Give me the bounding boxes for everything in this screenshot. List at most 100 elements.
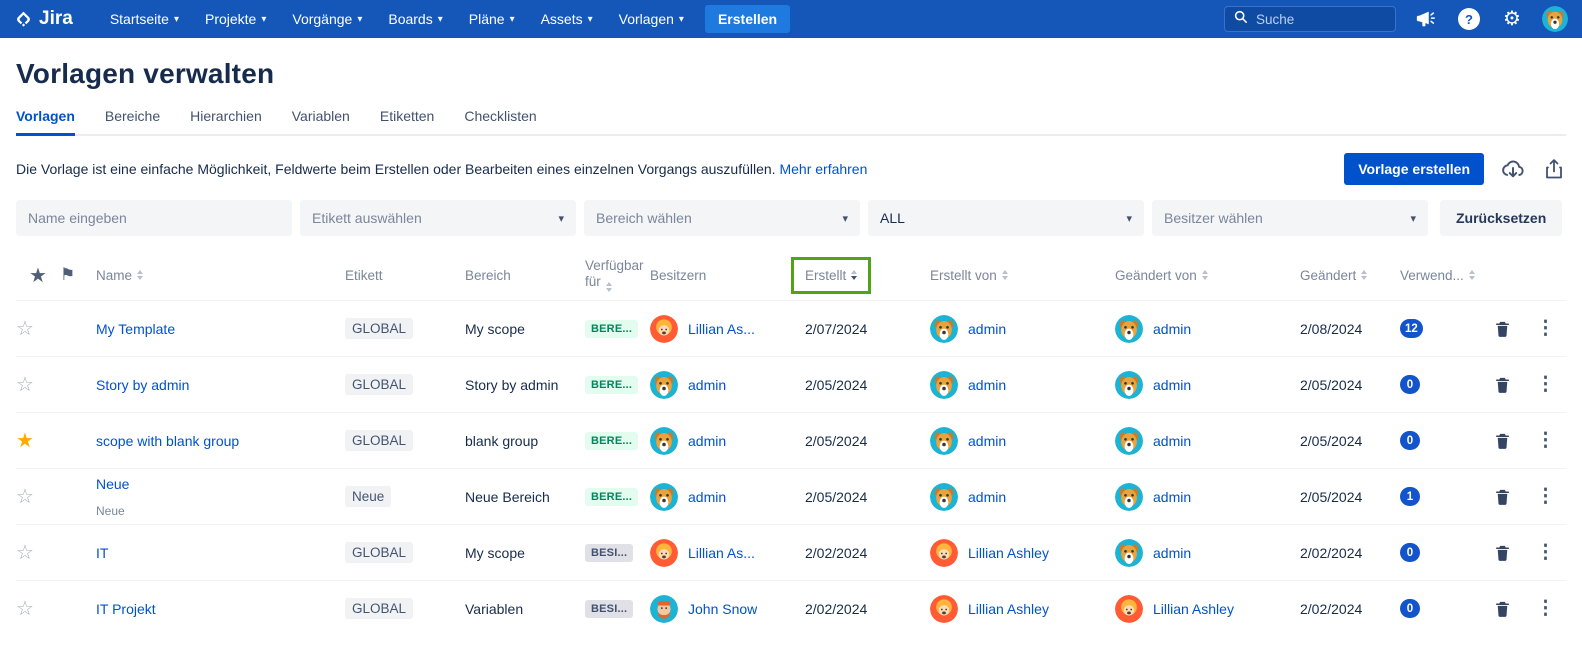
user-link[interactable]: Lillian Ashley <box>968 601 1049 617</box>
user-link[interactable]: admin <box>688 489 726 505</box>
etikett-badge: GLOBAL <box>345 430 413 451</box>
user-link[interactable]: admin <box>688 433 726 449</box>
announcements-megaphone-icon[interactable] <box>1413 6 1439 32</box>
delete-trash-icon[interactable] <box>1480 375 1525 395</box>
etikett-badge: Neue <box>345 486 391 507</box>
favorite-star-toggle[interactable]: ☆ <box>16 486 34 508</box>
table-row: ☆NeueNeueNeueNeue BereichBERE...admin2/0… <box>16 468 1566 524</box>
user-avatar[interactable] <box>1542 6 1568 32</box>
usage-count-badge: 0 <box>1400 375 1420 394</box>
delete-trash-icon[interactable] <box>1480 319 1525 339</box>
favorite-star-toggle[interactable]: ☆ <box>16 598 34 620</box>
row-more-menu-icon[interactable]: ⋮ <box>1525 597 1566 620</box>
sort-icon <box>1361 270 1367 280</box>
header-geaendert-von[interactable]: Geändert von <box>1115 268 1300 283</box>
tab-checklisten[interactable]: Checklisten <box>464 108 536 134</box>
user-link[interactable]: admin <box>1153 377 1191 393</box>
sort-icon <box>606 282 612 292</box>
row-more-menu-icon[interactable]: ⋮ <box>1525 373 1566 396</box>
etikett-filter-select[interactable]: Etikett auswählen▾ <box>300 200 576 236</box>
template-name-link[interactable]: IT Projekt <box>96 601 156 617</box>
user-link[interactable]: admin <box>968 377 1006 393</box>
user-link[interactable]: admin <box>968 489 1006 505</box>
user-link[interactable]: Lillian As... <box>688 545 755 561</box>
favorite-star-toggle[interactable]: ☆ <box>16 542 34 564</box>
header-erstellt-von[interactable]: Erstellt von <box>930 268 1115 283</box>
nav-item-projekte[interactable]: Projekte▾ <box>194 0 277 38</box>
tab-etiketten[interactable]: Etiketten <box>380 108 434 134</box>
nav-item-boards[interactable]: Boards▾ <box>377 0 453 38</box>
template-name-link[interactable]: Neue <box>96 476 129 492</box>
template-name-link[interactable]: Story by admin <box>96 377 189 393</box>
vertical-dots-glyph: ⋮ <box>1536 541 1555 564</box>
help-icon[interactable]: ? <box>1456 6 1482 32</box>
delete-trash-icon[interactable] <box>1480 487 1525 507</box>
erstellt-von-cell: admin <box>930 371 1115 399</box>
user-link[interactable]: John Snow <box>688 601 757 617</box>
template-name-link[interactable]: My Template <box>96 321 175 337</box>
row-more-menu-icon[interactable]: ⋮ <box>1525 485 1566 508</box>
tab-hierarchien[interactable]: Hierarchien <box>190 108 262 134</box>
create-template-button[interactable]: Vorlage erstellen <box>1344 153 1484 185</box>
user-link[interactable]: admin <box>688 377 726 393</box>
delete-trash-icon[interactable] <box>1480 599 1525 619</box>
user-link[interactable]: admin <box>968 433 1006 449</box>
tab-bereiche[interactable]: Bereiche <box>105 108 160 134</box>
erstellt-header-highlight-box: Erstellt <box>791 257 871 294</box>
user-link[interactable]: admin <box>968 321 1006 337</box>
geaendert-date: 2/08/2024 <box>1300 321 1400 337</box>
user-link[interactable]: admin <box>1153 433 1191 449</box>
besitzer-filter-select[interactable]: Besitzer wählen▾ <box>1152 200 1428 236</box>
user-link[interactable]: Lillian Ashley <box>1153 601 1234 617</box>
usage-count-badge: 0 <box>1400 431 1420 450</box>
header-geaendert[interactable]: Geändert <box>1300 268 1400 283</box>
jira-logo-text: Jira <box>39 8 73 30</box>
name-filter-input[interactable] <box>28 210 280 226</box>
name-filter[interactable] <box>16 200 292 236</box>
header-verfuegbar-fuer[interactable]: Verfügbar für <box>585 258 650 293</box>
import-cloud-download-icon[interactable] <box>1500 156 1526 182</box>
tab-variablen[interactable]: Variablen <box>292 108 350 134</box>
delete-trash-icon[interactable] <box>1480 431 1525 451</box>
export-share-icon[interactable] <box>1542 157 1566 181</box>
header-erstellt[interactable]: Erstellt <box>805 257 930 294</box>
reset-filters-button[interactable]: Zurücksetzen <box>1440 200 1562 236</box>
settings-gear-icon[interactable]: ⚙ <box>1499 6 1525 32</box>
geaendert-von-cell: admin <box>1115 483 1300 511</box>
favorite-star-toggle[interactable]: ☆ <box>16 318 34 340</box>
table-row: ☆ITGLOBALMy scopeBESI...Lillian As...2/0… <box>16 524 1566 580</box>
sort-icon <box>1202 270 1208 280</box>
etikett-badge: GLOBAL <box>345 598 413 619</box>
etikett-badge: GLOBAL <box>345 318 413 339</box>
row-more-menu-icon[interactable]: ⋮ <box>1525 317 1566 340</box>
user-link[interactable]: admin <box>1153 545 1191 561</box>
erstellt-date: 2/05/2024 <box>805 377 930 393</box>
nav-item-assets[interactable]: Assets▾ <box>530 0 604 38</box>
template-name-link[interactable]: IT <box>96 545 108 561</box>
nav-item-vorgaenge[interactable]: Vorgänge▾ <box>281 0 373 38</box>
tab-vorlagen[interactable]: Vorlagen <box>16 108 75 134</box>
global-search[interactable] <box>1224 6 1396 32</box>
favorite-star-toggle[interactable]: ☆ <box>16 374 34 396</box>
row-more-menu-icon[interactable]: ⋮ <box>1525 429 1566 452</box>
learn-more-link[interactable]: Mehr erfahren <box>779 161 867 177</box>
bereich-filter-select[interactable]: Bereich wählen▾ <box>584 200 860 236</box>
delete-trash-icon[interactable] <box>1480 543 1525 563</box>
header-name[interactable]: Name <box>96 268 345 283</box>
nav-item-plaene[interactable]: Pläne▾ <box>458 0 526 38</box>
nav-item-vorlagen[interactable]: Vorlagen▾ <box>608 0 695 38</box>
user-link[interactable]: admin <box>1153 321 1191 337</box>
row-more-menu-icon[interactable]: ⋮ <box>1525 541 1566 564</box>
search-input[interactable] <box>1256 12 1376 27</box>
favorite-star-toggle[interactable]: ★ <box>16 430 34 452</box>
user-link[interactable]: Lillian As... <box>688 321 755 337</box>
template-name-link[interactable]: scope with blank group <box>96 433 239 449</box>
user-link[interactable]: Lillian Ashley <box>968 545 1049 561</box>
all-filter-select[interactable]: ALL▾ <box>868 200 1144 236</box>
nav-item-startseite[interactable]: Startseite▾ <box>99 0 190 38</box>
name-cell: IT Projekt <box>96 601 345 617</box>
header-verwendungen[interactable]: Verwend... <box>1400 268 1480 283</box>
user-link[interactable]: admin <box>1153 489 1191 505</box>
jira-logo[interactable]: Jira <box>14 8 73 30</box>
create-button[interactable]: Erstellen <box>705 5 790 33</box>
